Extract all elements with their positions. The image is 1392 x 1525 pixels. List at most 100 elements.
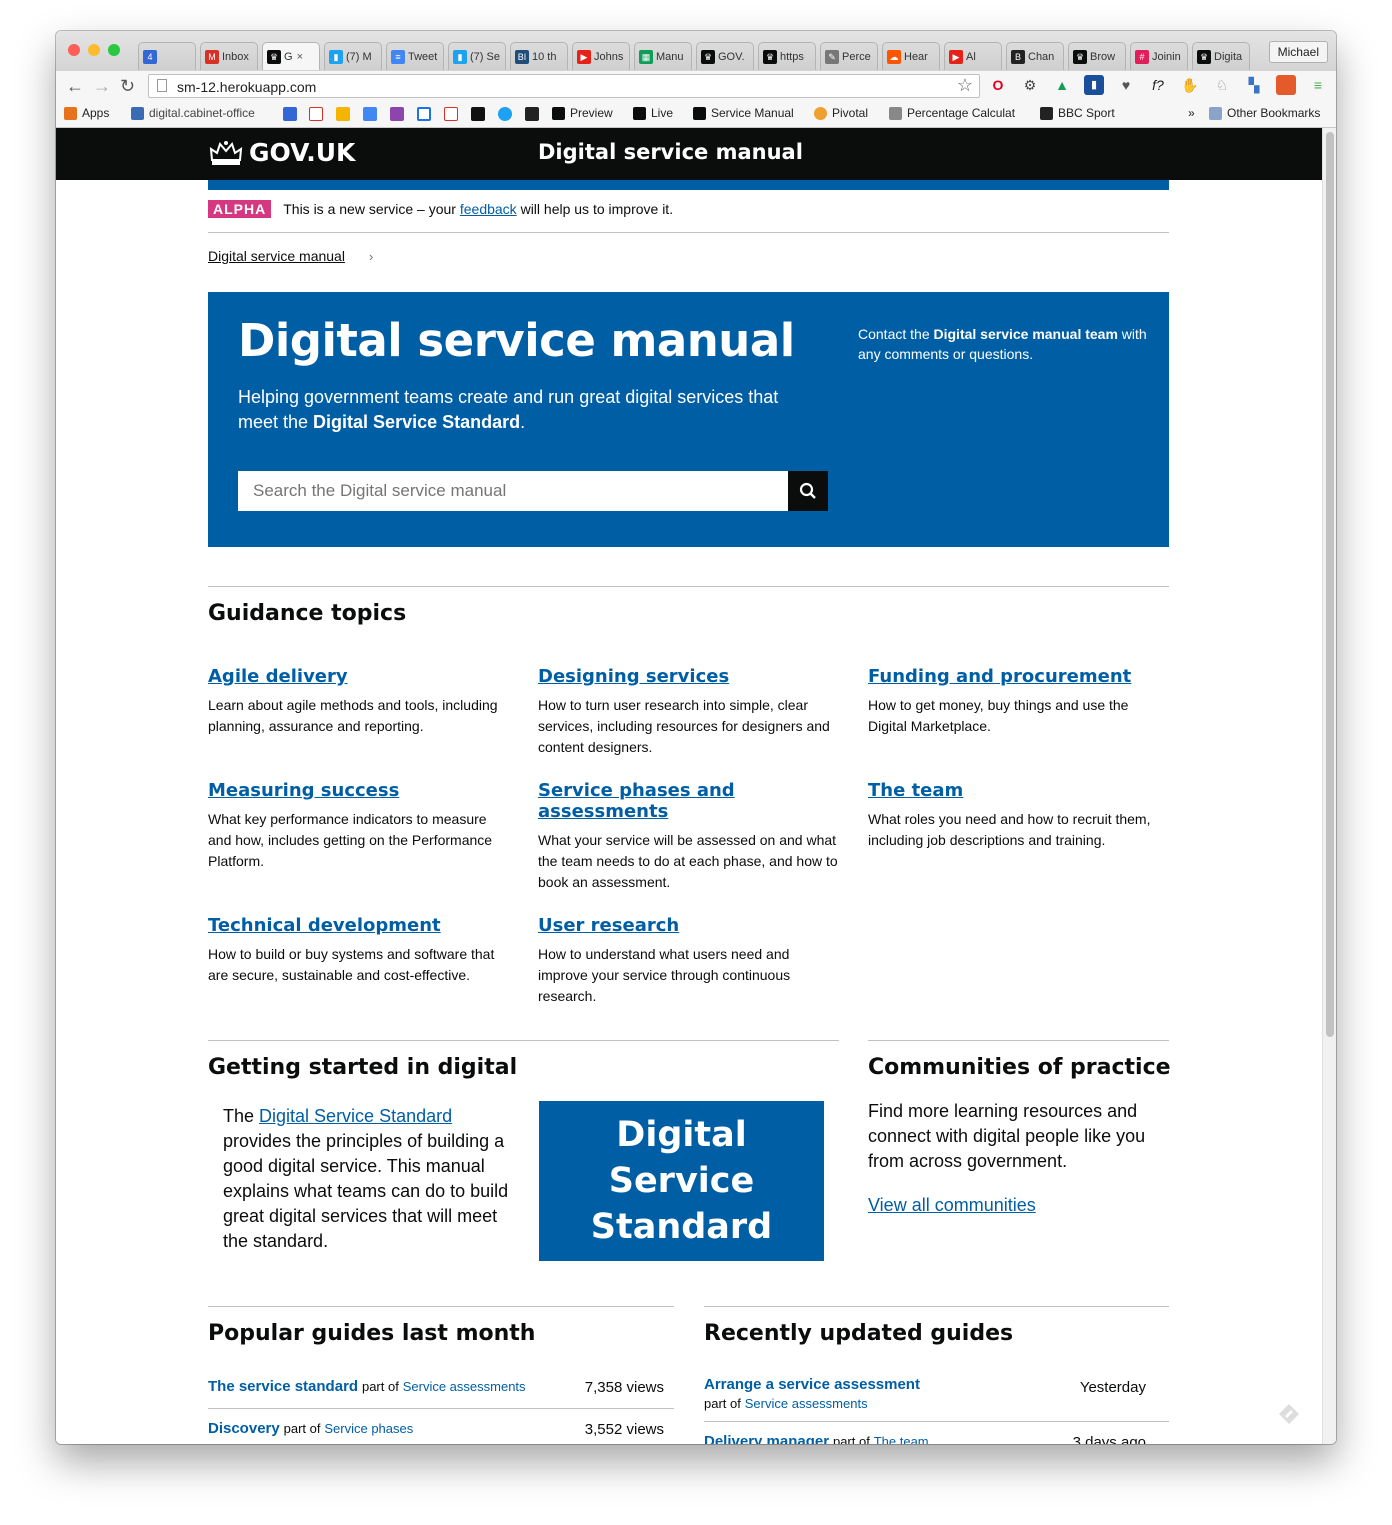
bookmark-live[interactable]: Live [633,106,673,120]
drive-extension-icon[interactable]: ▲ [1052,75,1072,95]
browser-tab[interactable]: ▦ Manu [634,42,692,70]
guide-link[interactable]: The service standard [208,1378,358,1395]
bookmark-other[interactable]: Other Bookmarks [1209,106,1320,120]
bookmark-bbc-sport[interactable]: BBC Sport [1040,106,1115,120]
contact-team-link[interactable]: Digital service manual team [934,326,1118,342]
docs-bookmark-icon[interactable] [363,107,377,121]
guide-link[interactable]: Discovery [208,1420,280,1437]
browser-tab[interactable]: B Chan [1006,42,1064,70]
bookmark-preview[interactable]: Preview [552,106,613,120]
trello-bookmark-icon[interactable] [390,107,404,121]
minimize-window-button[interactable] [88,44,100,56]
browser-tab[interactable]: ▮ (7) M [324,42,382,70]
topic-link[interactable]: Funding and procurement [868,666,1168,687]
page-scrollbar[interactable] [1322,128,1336,1444]
tab-favicon-icon: ☁ [887,49,901,64]
guide-parent-link[interactable]: Service phases [324,1421,413,1436]
topic-link[interactable]: Service phases and assessments [538,780,838,822]
guide-parent-link[interactable]: The team [874,1434,929,1444]
bookmark-cabinet[interactable]: digital.cabinet-office [131,106,255,120]
font-extension-icon[interactable]: f? [1148,75,1168,95]
layout-bookmark-icon[interactable] [417,107,431,121]
digg-bookmark-icon[interactable] [471,107,485,121]
tab-label: (7) M [346,50,372,63]
breadcrumb-link[interactable]: Digital service manual [208,248,345,264]
feedback-icon[interactable] [1278,1403,1300,1425]
guide-link[interactable]: Arrange a service assessment [704,1376,920,1393]
topic-description: Learn about agile methods and tools, inc… [208,697,498,734]
browser-tab[interactable]: ☁ Hear [882,42,940,70]
browser-tab[interactable]: ▶ Johns [572,42,630,70]
browser-tab[interactable]: BI 10 th [510,42,568,70]
browser-tab[interactable]: ♛ GOV. [696,42,754,70]
twitter-bookmark-icon[interactable] [498,107,512,121]
browser-tab[interactable]: # Joinin [1130,42,1188,70]
bookmark-percentage[interactable]: Percentage Calculat [889,106,1015,120]
topic-link[interactable]: Measuring success [208,780,508,801]
ghostery-extension-icon[interactable]: ♘ [1212,75,1232,95]
bookmarks-bar: Apps digital.cabinet-office Preview Live… [56,101,1336,128]
service-standard-link[interactable]: Digital Service Standard [259,1106,452,1126]
service-name[interactable]: Digital service manual [538,140,803,164]
zoom-window-button[interactable] [108,44,120,56]
tab-label: Johns [594,50,624,63]
bbc-bookmark-icon[interactable] [525,107,539,121]
feedback-link[interactable]: feedback [460,201,517,217]
bookmarks-overflow[interactable]: » [1188,106,1195,120]
popular-guide-row: Discovery part of Service phases [208,1420,414,1437]
bookmark-pivotal[interactable]: Pivotal [814,106,868,120]
gear-extension-icon[interactable]: ⚙ [1020,75,1040,95]
mail-bookmark-icon[interactable] [444,107,458,121]
back-icon[interactable]: ← [66,76,84,96]
browser-tab[interactable]: 4 [138,42,196,70]
search-input[interactable] [238,471,788,511]
delicious-extension-icon[interactable]: ▚ [1244,75,1264,95]
off-extension-icon[interactable]: ✋ [1180,75,1200,95]
chart-extension-icon[interactable]: ▮ [1084,75,1104,95]
bookmark-apps[interactable]: Apps [64,106,109,120]
address-bar[interactable]: ☆ [148,74,980,98]
bookmark-star-icon[interactable]: ☆ [957,75,973,96]
url-input[interactable] [175,76,939,98]
topic-designing-services: Designing services How to turn user rese… [538,666,838,758]
topic-technical-development: Technical development How to build or bu… [208,915,508,986]
calendar-bookmark-icon[interactable] [283,107,297,121]
profile-button[interactable]: Michael [1268,41,1328,63]
forward-icon[interactable]: → [93,76,111,96]
browser-tab[interactable]: ✎ Perce [820,42,878,70]
topic-link[interactable]: User research [538,915,838,936]
browser-tab[interactable]: ▶ Al [944,42,1002,70]
browser-tab[interactable]: ♛ G × [262,42,320,70]
browser-tab[interactable]: ♛ Digita [1192,42,1250,70]
reload-icon[interactable]: ↻ [120,76,135,96]
guide-parent-link[interactable]: Service assessments [745,1396,868,1411]
scrollbar-thumb[interactable] [1326,132,1334,1037]
pocket-extension-icon[interactable]: ♥ [1116,75,1136,95]
drive-bookmark-icon[interactable] [336,107,350,121]
opera-extension-icon[interactable]: O [988,75,1008,95]
book-extension-icon[interactable] [1276,75,1296,95]
topic-link[interactable]: Agile delivery [208,666,508,687]
close-tab-icon[interactable]: × [297,51,303,63]
bookmark-service-manual[interactable]: Service Manual [693,106,794,120]
menu-icon[interactable]: ≡ [1308,75,1328,95]
govuk-logo[interactable]: GOV.UK [209,138,355,167]
topic-link[interactable]: The team [868,780,1168,801]
topic-link[interactable]: Designing services [538,666,838,687]
tab-label: Tweet [408,50,438,63]
guide-link[interactable]: Delivery manager [704,1433,829,1444]
browser-tab[interactable]: ≡ Tweet [386,42,444,70]
guide-parent-link[interactable]: Service assessments [403,1379,526,1394]
search-button[interactable] [788,471,828,511]
tab-label: 10 th [532,50,557,63]
gmail-bookmark-icon[interactable] [309,107,323,121]
topic-link[interactable]: Technical development [208,915,508,936]
browser-tab[interactable]: ▮ (7) Se [448,42,506,70]
divider [704,1306,1169,1307]
browser-tab[interactable]: ♛ Brow [1068,42,1126,70]
browser-tab[interactable]: M Inbox [200,42,258,70]
view-communities-link[interactable]: View all communities [868,1195,1036,1216]
browser-tab[interactable]: ♛ https [758,42,816,70]
service-standard-promo[interactable]: Digital Service Standard [539,1101,824,1261]
close-window-button[interactable] [68,44,80,56]
